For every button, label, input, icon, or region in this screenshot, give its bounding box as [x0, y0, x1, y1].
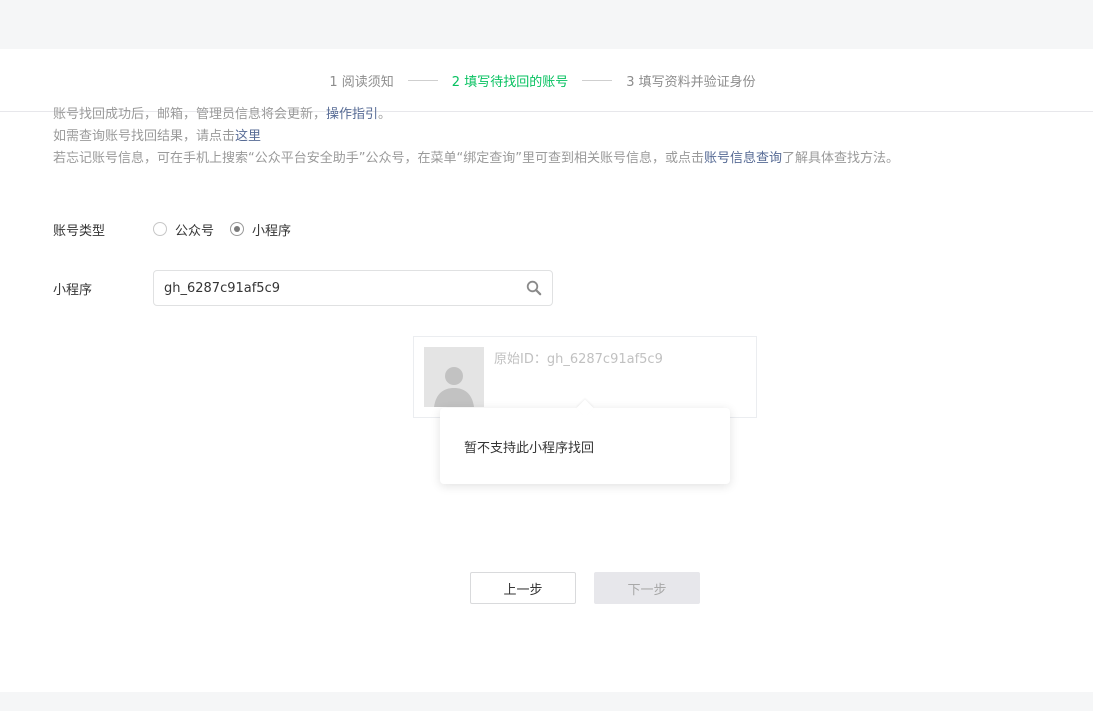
tip-text: 了解具体查找方法。: [781, 151, 899, 166]
search-icon[interactable]: [526, 280, 542, 296]
step-indicator: 1 阅读须知 2 填写待找回的账号 3 填写资料并验证身份: [0, 49, 1093, 112]
mini-program-label: 小程序: [53, 282, 93, 298]
step-connector: [582, 79, 613, 81]
radio-label: 公众号: [175, 223, 215, 239]
tip-line-3: 若忘记账号信息，可在手机上搜索“公众平台安全助手”公众号，在菜单“绑定查询”里可…: [53, 148, 899, 170]
step-3: 3 填写资料并验证身份: [626, 74, 756, 90]
mini-program-row: 小程序 gh_6287c91af5c9: [53, 270, 553, 306]
account-type-row: 账号类型 公众号 小程序: [53, 218, 307, 240]
step-connector: [407, 79, 438, 81]
prev-step-button[interactable]: 上一步: [470, 572, 576, 604]
tips: 账号找回成功后，邮箱，管理员信息将会更新，操作指引。 如需查询账号找回结果，请点…: [53, 104, 899, 170]
radio-official-account[interactable]: 公众号: [153, 220, 214, 239]
original-id: 原始ID：gh_6287c91af5c9: [494, 352, 663, 367]
account-query-link[interactable]: 账号信息查询: [704, 151, 782, 166]
user-avatar-icon: [424, 347, 484, 407]
tip-line-2: 如需查询账号找回结果，请点击这里: [53, 126, 899, 148]
tip-line-1: 账号找回成功后，邮箱，管理员信息将会更新，操作指引。: [53, 104, 899, 126]
tip-text: 如需查询账号找回结果，请点击: [53, 129, 236, 144]
popover-message: 暂不支持此小程序找回: [464, 440, 595, 456]
top-band: [0, 0, 1093, 49]
next-step-button[interactable]: 下一步: [594, 572, 700, 604]
tip-text: 。: [378, 107, 392, 122]
mini-program-search-input[interactable]: gh_6287c91af5c9: [153, 270, 553, 306]
radio-checked-icon[interactable]: [230, 222, 245, 236]
radio-unchecked-icon[interactable]: [153, 222, 167, 236]
radio-mini-program[interactable]: 小程序: [230, 220, 291, 239]
person-silhouette-icon: [434, 367, 474, 407]
error-popover: 暂不支持此小程序找回: [440, 408, 730, 484]
account-type-label: 账号类型: [53, 223, 106, 239]
step-1: 1 阅读须知: [329, 74, 394, 90]
search-value[interactable]: gh_6287c91af5c9: [164, 281, 526, 296]
guide-link[interactable]: 操作指引: [326, 107, 378, 122]
tip-text: 若忘记账号信息，可在手机上搜索“公众平台安全助手”公众号，在菜单“绑定查询”里可…: [53, 151, 704, 166]
step-2: 2 填写待找回的账号: [451, 74, 569, 90]
radio-label: 小程序: [252, 223, 292, 239]
tip-text: 账号找回成功后，邮箱，管理员信息将会更新，: [53, 107, 327, 122]
result-link[interactable]: 这里: [235, 129, 261, 144]
